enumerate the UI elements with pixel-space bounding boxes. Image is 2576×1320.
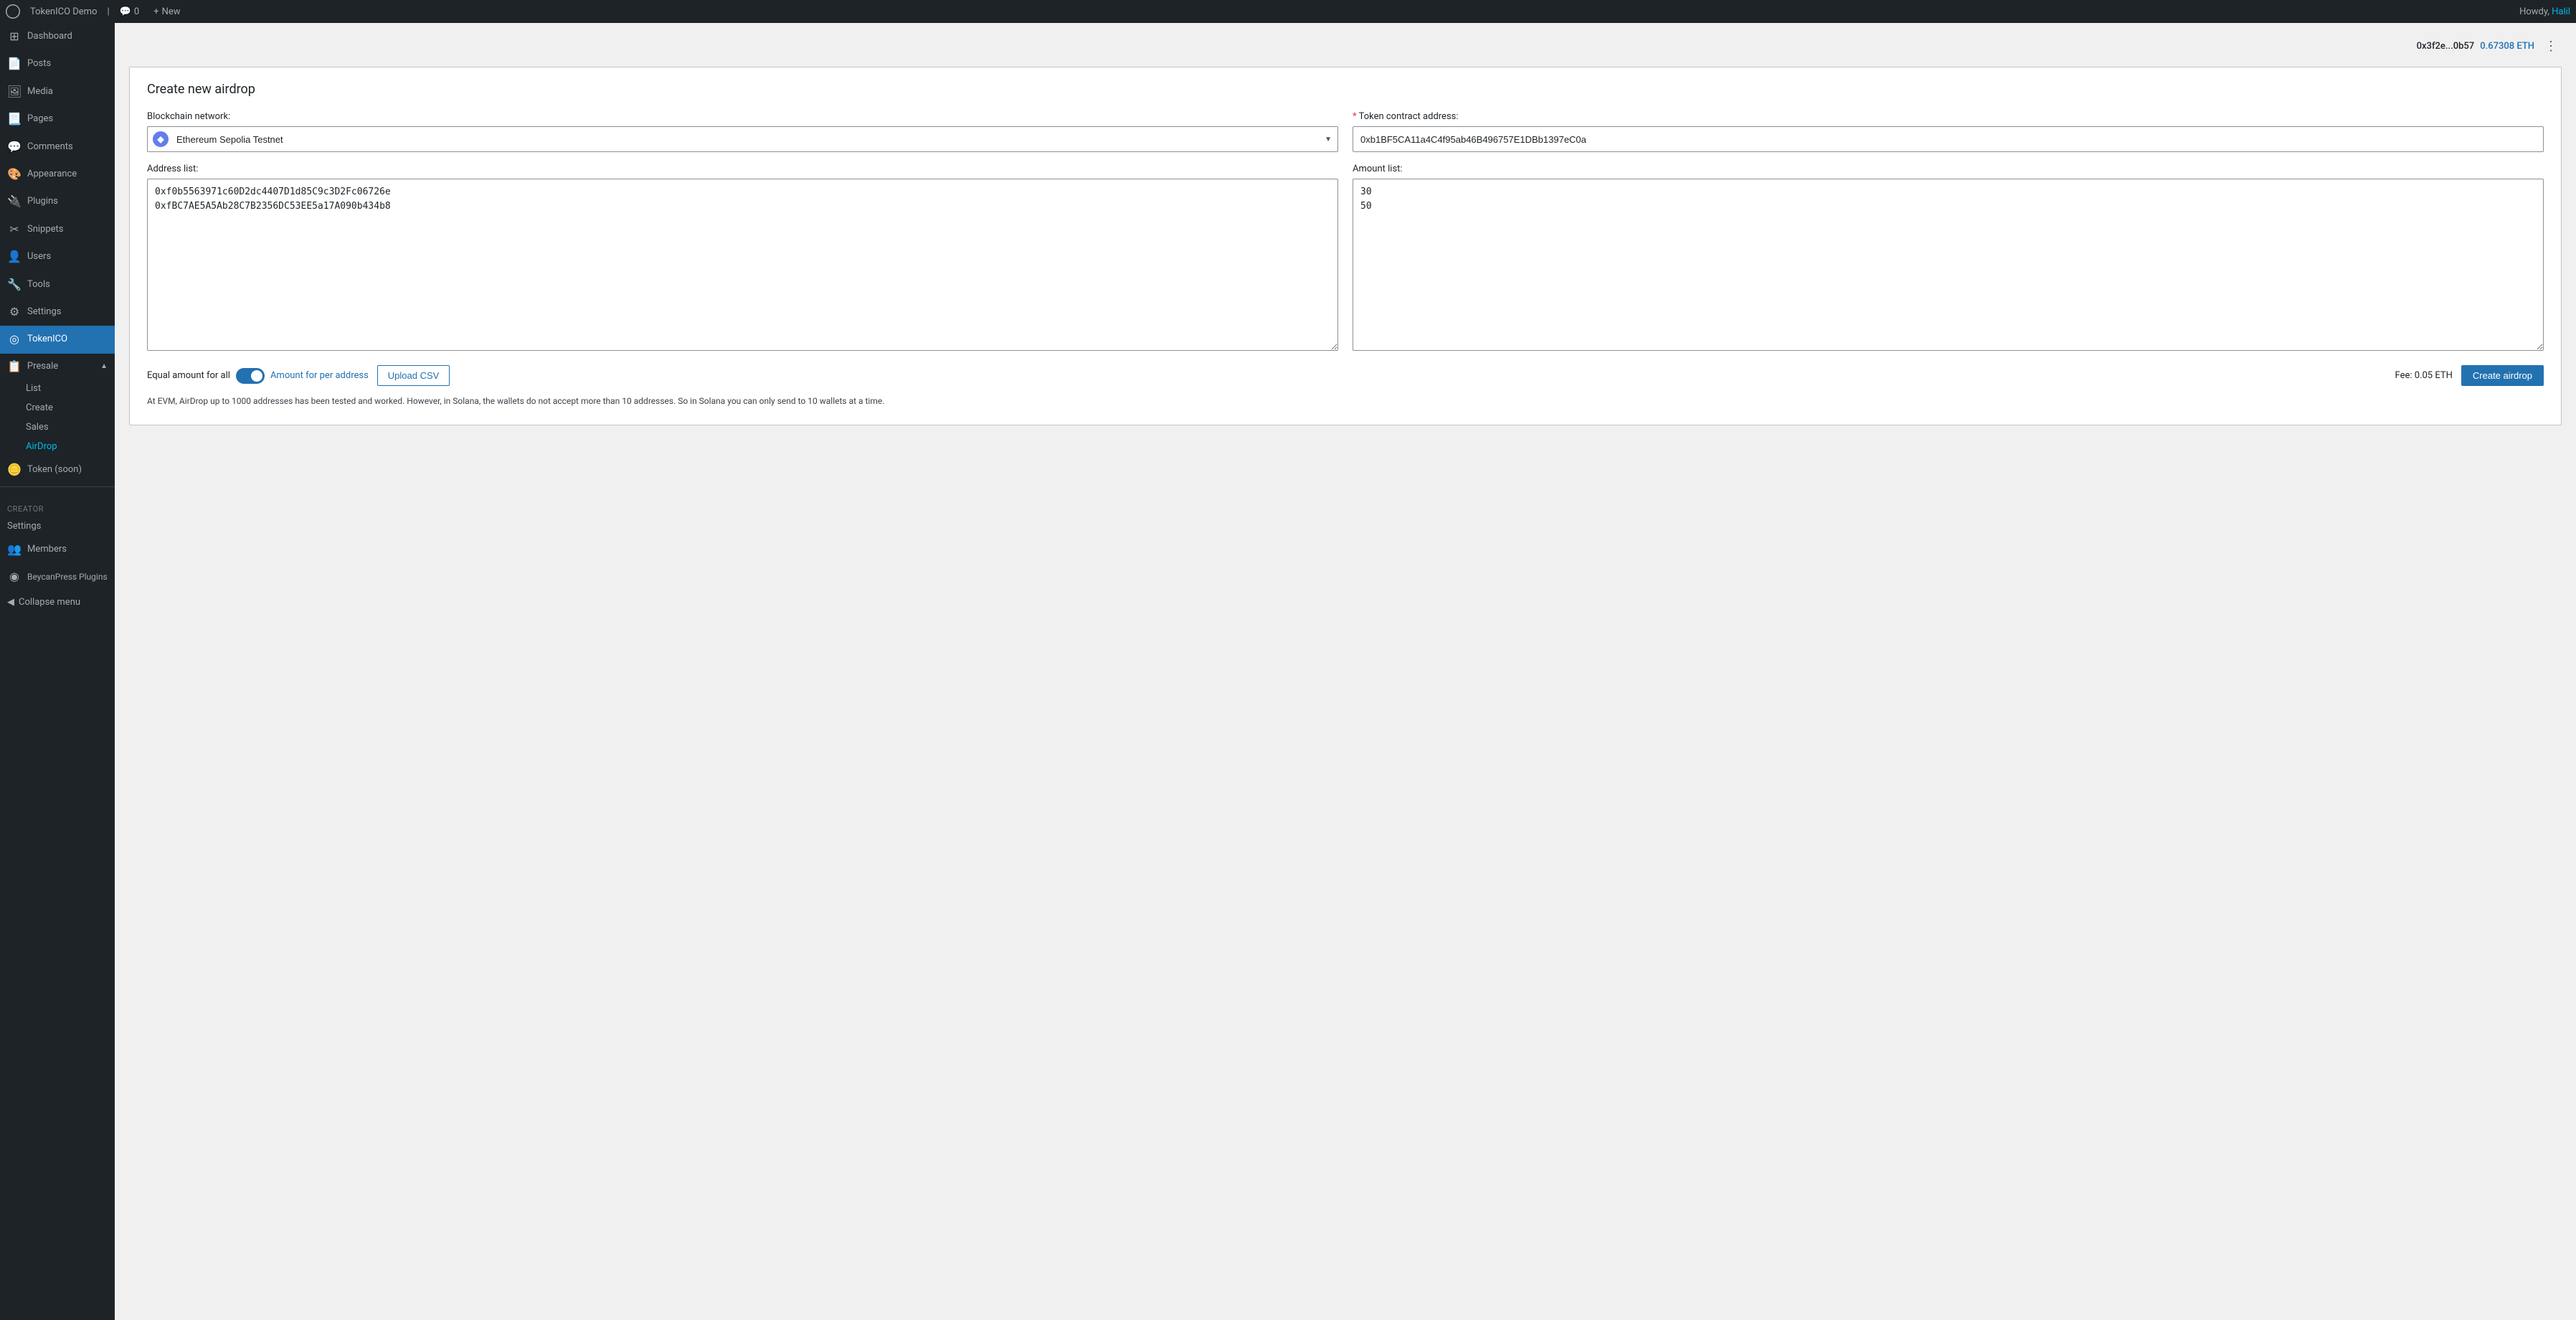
info-note: At EVM, AirDrop up to 1000 addresses has… <box>147 395 2544 407</box>
token-icon: 🪙 <box>7 462 22 478</box>
wallet-balance: 0.67308 ETH <box>2480 41 2534 52</box>
plugins-icon: 🔌 <box>7 194 22 209</box>
sidebar-item-creator-settings[interactable]: Settings <box>0 517 115 536</box>
tools-icon: 🔧 <box>7 277 22 293</box>
amount-list-textarea[interactable]: 30 50 <box>1353 179 2544 351</box>
dashboard-icon: ⊞ <box>7 29 22 44</box>
wp-logo[interactable] <box>6 4 20 19</box>
sidebar-item-presale-airdrop[interactable]: AirDrop <box>0 437 115 456</box>
media-icon: 🖼 <box>7 84 22 100</box>
sidebar-presale-header[interactable]: 📋 Presale ▲ <box>0 354 115 379</box>
sidebar-item-presale-create[interactable]: Create <box>0 398 115 418</box>
equal-amount-label: Equal amount for all <box>147 370 230 381</box>
topbar: TokenICO Demo | 💬 0 + New Howdy, Halil <box>0 0 2576 23</box>
blockchain-select-wrapper: ◆ Ethereum Sepolia Testnet ▼ <box>147 126 1338 152</box>
posts-icon: 📄 <box>7 56 22 72</box>
sidebar-item-members[interactable]: 👥 Members <box>0 536 115 563</box>
amount-list-label: Amount list: <box>1353 164 2544 174</box>
comments-icon: 💬 <box>7 139 22 155</box>
airdrop-card: Create new airdrop Blockchain network: ◆ <box>129 67 2562 425</box>
address-list-textarea[interactable]: 0xf0b5563971c60D2dc4407D1d85C9c3D2Fc0672… <box>147 179 1338 351</box>
amount-list-group: Amount list: 30 50 <box>1353 164 2544 354</box>
blockchain-select[interactable]: Ethereum Sepolia Testnet <box>171 127 1337 151</box>
required-marker: * <box>1353 111 1359 122</box>
toggle-slider <box>236 368 265 384</box>
members-icon: 👥 <box>7 542 22 557</box>
collapse-icon: ◀ <box>7 597 14 608</box>
upload-csv-button[interactable]: Upload CSV <box>377 365 450 386</box>
blockchain-label: Blockchain network: <box>147 111 1338 122</box>
wallet-bar: 0x3f2e...0b57 0.67308 ETH ⋮ <box>129 37 2562 55</box>
topbar-user[interactable]: Howdy, Halil <box>2519 6 2570 17</box>
sidebar-item-tools[interactable]: 🔧 Tools <box>0 271 115 298</box>
create-airdrop-button[interactable]: Create airdrop <box>2461 365 2544 386</box>
textarea-row: Address list: 0xf0b5563971c60D2dc4407D1d… <box>147 164 2544 354</box>
collapse-menu-button[interactable]: ◀ Collapse menu <box>0 591 115 613</box>
new-button-topbar[interactable]: + New <box>149 6 184 17</box>
tokerico-icon: ◎ <box>7 331 22 347</box>
sidebar-item-posts[interactable]: 📄 Posts <box>0 50 115 77</box>
comment-bubble: 💬 <box>120 6 131 17</box>
form-row-1: Blockchain network: ◆ Ethereum Sepolia T… <box>147 111 2544 152</box>
blockchain-group: Blockchain network: ◆ Ethereum Sepolia T… <box>147 111 1338 152</box>
main-content: 0x3f2e...0b57 0.67308 ETH ⋮ Create new a… <box>115 23 2576 1320</box>
equal-amount-toggle-group: Equal amount for all Amount for per addr… <box>147 368 369 384</box>
sidebar: ⊞ Dashboard 📄 Posts 🖼 Media 📃 Pages 💬 Co… <box>0 23 115 1320</box>
presale-submenu: List Create Sales AirDrop <box>0 379 115 456</box>
fee-create-group: Fee: 0.05 ETH Create airdrop <box>2395 365 2544 386</box>
token-contract-input[interactable] <box>1353 126 2544 152</box>
sidebar-item-pages[interactable]: 📃 Pages <box>0 105 115 133</box>
sidebar-item-beycanpress[interactable]: ◉ BeycanPress Plugins <box>0 563 115 590</box>
sidebar-item-presale-sales[interactable]: Sales <box>0 418 115 437</box>
wallet-address: 0x3f2e...0b57 <box>2417 41 2475 52</box>
amount-per-address-label: Amount for per address <box>270 370 369 381</box>
sidebar-item-appearance[interactable]: 🎨 Appearance <box>0 161 115 188</box>
creator-section-label: Creator <box>0 499 115 517</box>
wallet-menu-button[interactable]: ⋮ <box>2540 37 2562 55</box>
presale-icon: 📋 <box>7 359 22 373</box>
sidebar-item-users[interactable]: 👤 Users <box>0 243 115 270</box>
beycanpress-icon: ◉ <box>7 569 22 585</box>
fee-label: Fee: 0.05 ETH <box>2395 370 2453 381</box>
sidebar-item-comments[interactable]: 💬 Comments <box>0 133 115 161</box>
sidebar-item-settings[interactable]: ⚙ Settings <box>0 298 115 326</box>
sidebar-item-token[interactable]: 🪙 Token (soon) <box>0 456 115 484</box>
sidebar-item-presale-list[interactable]: List <box>0 379 115 398</box>
appearance-icon: 🎨 <box>7 166 22 182</box>
bottom-controls: Equal amount for all Amount for per addr… <box>147 365 2544 386</box>
settings-icon: ⚙ <box>7 304 22 320</box>
address-list-group: Address list: 0xf0b5563971c60D2dc4407D1d… <box>147 164 1338 354</box>
address-list-label: Address list: <box>147 164 1338 174</box>
presale-chevron-icon: ▲ <box>100 362 108 370</box>
equal-amount-toggle[interactable] <box>236 368 265 384</box>
page-title: Create new airdrop <box>147 82 2544 97</box>
comments-icon-topbar[interactable]: 💬 0 <box>115 6 144 17</box>
ethereum-icon: ◆ <box>151 129 171 149</box>
token-contract-group: * Token contract address: <box>1353 111 2544 152</box>
site-name[interactable]: TokenICO Demo <box>26 6 101 17</box>
sidebar-item-media[interactable]: 🖼 Media <box>0 78 115 105</box>
snippets-icon: ✂ <box>7 222 22 237</box>
sidebar-item-dashboard[interactable]: ⊞ Dashboard <box>0 23 115 50</box>
sidebar-item-snippets[interactable]: ✂ Snippets <box>0 216 115 243</box>
sidebar-item-plugins[interactable]: 🔌 Plugins <box>0 188 115 215</box>
sidebar-item-tokerico[interactable]: ◎ TokenICO <box>0 326 115 353</box>
users-icon: 👤 <box>7 249 22 265</box>
token-contract-label: * Token contract address: <box>1353 111 2544 122</box>
pages-icon: 📃 <box>7 111 22 127</box>
